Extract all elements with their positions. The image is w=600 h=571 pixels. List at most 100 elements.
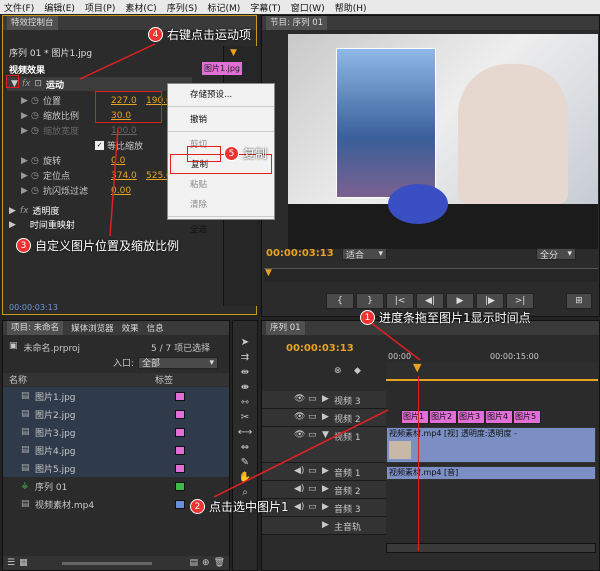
opacity-row[interactable]: ▶ fx 透明度 xyxy=(9,204,59,218)
export-frame-button[interactable]: ⊞ xyxy=(566,293,592,309)
project-item[interactable]: ▤ 图片3.jpg xyxy=(3,423,229,441)
new-item-icon[interactable]: ⊕ xyxy=(202,558,210,568)
lock-icon[interactable]: ▭ xyxy=(308,430,318,440)
expand-icon[interactable]: ▶ xyxy=(21,96,31,106)
property-value-1[interactable]: 0.00 xyxy=(111,186,146,196)
stopwatch-icon[interactable]: ◷ xyxy=(31,156,43,166)
tab-media-browser[interactable]: 媒体浏览器 xyxy=(71,322,114,334)
selection-tool-icon[interactable]: ➤ xyxy=(241,337,249,348)
eye-icon[interactable]: 👁 xyxy=(294,430,305,440)
project-item[interactable]: ⚶ 序列 01 xyxy=(3,477,229,495)
label-color-swatch[interactable] xyxy=(175,409,185,419)
eye-icon[interactable]: 👁 xyxy=(294,394,305,404)
image-clip[interactable]: 图片3 xyxy=(457,410,485,424)
track-header[interactable]: 👁 ▭ ▼ 视频 1 xyxy=(262,427,386,463)
track-header[interactable]: 👁 ▭ ▶ 视频 2 xyxy=(262,409,386,427)
label-color-swatch[interactable] xyxy=(175,481,185,491)
property-value-1[interactable]: 0.0 xyxy=(111,156,146,166)
trash-icon[interactable]: 🗑 xyxy=(214,558,225,568)
image-clip[interactable]: 图片4 xyxy=(485,410,513,424)
expand-icon[interactable]: ▶ xyxy=(21,126,31,136)
timeline-playhead-icon[interactable]: ▼ xyxy=(413,361,421,374)
track-header[interactable]: 👁 ▭ ▶ 视频 3 xyxy=(262,391,386,409)
project-item[interactable]: ▤ 图片1.jpg xyxy=(3,387,229,405)
menu-window[interactable]: 窗口(W) xyxy=(291,1,325,14)
property-value-1[interactable]: 100.0 xyxy=(111,126,146,136)
list-view-icon[interactable]: ☰ xyxy=(7,558,15,568)
expand-icon[interactable]: ▶ xyxy=(9,206,16,216)
speaker-icon[interactable]: ◀) xyxy=(294,484,304,494)
project-item[interactable]: ▤ 图片2.jpg xyxy=(3,405,229,423)
stopwatch-icon[interactable]: ◷ xyxy=(31,96,43,106)
tab-effects[interactable]: 效果 xyxy=(122,322,139,334)
go-to-in-button[interactable]: |< xyxy=(386,293,414,309)
fit-dropdown[interactable]: 适合 ▾ xyxy=(342,248,387,261)
menu-clip[interactable]: 素材(C) xyxy=(125,1,156,14)
menu-clear[interactable]: 清除 xyxy=(168,194,274,214)
go-to-out-button[interactable]: >| xyxy=(506,293,534,309)
expand-icon[interactable]: ▶ xyxy=(9,220,16,230)
lock-icon[interactable]: ▭ xyxy=(308,502,318,512)
expand-icon[interactable]: ▼ xyxy=(322,430,330,440)
razor-tool-icon[interactable]: ✂ xyxy=(241,412,249,423)
pen-tool-icon[interactable]: ✎ xyxy=(241,457,249,468)
expand-icon[interactable]: ▶ xyxy=(21,156,31,166)
tab-info[interactable]: 信息 xyxy=(147,322,164,334)
col-label[interactable]: 标签 xyxy=(155,373,173,386)
lock-icon[interactable]: ▭ xyxy=(308,412,318,422)
col-name[interactable]: 名称 xyxy=(3,373,155,386)
tab-project[interactable]: 项目: 未命名 xyxy=(7,321,64,335)
eye-icon[interactable]: 👁 xyxy=(294,412,305,422)
zoom-tool-icon[interactable]: ⌕ xyxy=(242,487,248,498)
stopwatch-icon[interactable]: ◷ xyxy=(31,186,43,196)
menu-select-all[interactable]: 全选 xyxy=(168,219,274,239)
zoom-slider[interactable] xyxy=(61,561,152,565)
track-header[interactable]: ▶ 主音轨 xyxy=(262,517,386,535)
project-item[interactable]: ▤ 图片5.jpg xyxy=(3,459,229,477)
stopwatch-icon[interactable]: ◷ xyxy=(31,111,43,121)
expand-icon[interactable]: ▶ xyxy=(322,394,330,404)
slide-tool-icon[interactable]: ⇔ xyxy=(241,442,249,453)
marker-icon[interactable]: ◆ xyxy=(354,366,361,376)
snap-icon[interactable]: ⊗ xyxy=(334,366,342,376)
image-clip[interactable]: 图片2 xyxy=(429,410,457,424)
menu-marker[interactable]: 标记(M) xyxy=(207,1,240,14)
expand-icon[interactable]: ▶ xyxy=(322,502,330,512)
tab-effect-controls[interactable]: 特效控制台 xyxy=(7,16,58,30)
expand-icon[interactable]: ▶ xyxy=(322,520,330,530)
image-clip[interactable]: 图片5 xyxy=(513,410,541,424)
menu-paste[interactable]: 粘贴 xyxy=(168,174,274,194)
project-item[interactable]: ▤ 图片4.jpg xyxy=(3,441,229,459)
menu-sequence[interactable]: 序列(S) xyxy=(167,1,198,14)
rolling-edit-tool-icon[interactable]: ⇼ xyxy=(241,382,249,393)
speaker-icon[interactable]: ◀) xyxy=(294,502,304,512)
expand-icon[interactable]: ▶ xyxy=(322,412,330,422)
menu-save-preset[interactable]: 存储预设... xyxy=(168,84,274,104)
mark-out-button[interactable]: } xyxy=(356,293,384,309)
property-value-1[interactable]: 374.0 xyxy=(111,171,146,181)
step-forward-button[interactable]: |▶ xyxy=(476,293,504,309)
lock-icon[interactable]: ▭ xyxy=(308,466,318,476)
slip-tool-icon[interactable]: ⟷ xyxy=(238,427,252,438)
track-header[interactable]: ◀) ▭ ▶ 音频 1 xyxy=(262,463,386,481)
menu-title[interactable]: 字幕(T) xyxy=(250,1,281,14)
image-clip[interactable]: 图片1 xyxy=(401,410,429,424)
time-remap-row[interactable]: ▶ 时间重映射 xyxy=(9,218,75,232)
expand-icon[interactable]: ▶ xyxy=(21,111,31,121)
playhead-icon[interactable]: ▼ xyxy=(265,268,272,278)
menu-edit[interactable]: 编辑(E) xyxy=(44,1,75,14)
label-color-swatch[interactable] xyxy=(175,391,185,401)
rate-stretch-tool-icon[interactable]: ⇿ xyxy=(241,397,249,408)
tab-program[interactable]: 节目: 序列 01 xyxy=(266,16,328,30)
speaker-icon[interactable]: ◀) xyxy=(294,466,304,476)
stopwatch-icon[interactable]: ◷ xyxy=(31,126,43,136)
step-back-button[interactable]: ◀| xyxy=(416,293,444,309)
mark-in-button[interactable]: { xyxy=(326,293,354,309)
bin-icon[interactable]: ▤ xyxy=(190,558,199,568)
lock-icon[interactable]: ▭ xyxy=(308,484,318,494)
tab-sequence[interactable]: 序列 01 xyxy=(266,321,305,335)
motion-row[interactable]: ▼ fx ⊡ 运动 xyxy=(7,77,192,91)
menu-help[interactable]: 帮助(H) xyxy=(335,1,367,14)
label-color-swatch[interactable] xyxy=(175,499,185,509)
label-color-swatch[interactable] xyxy=(175,445,185,455)
